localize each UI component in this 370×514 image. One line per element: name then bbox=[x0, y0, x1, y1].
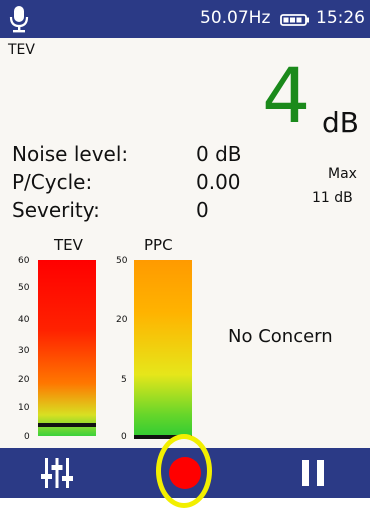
tev-meter-title: TEV bbox=[54, 236, 83, 254]
ppc-meter-bar bbox=[134, 260, 192, 436]
p-cycle-label: P/Cycle: bbox=[12, 170, 93, 194]
app-screen: 50.07Hz 15:26 TEV 4 dB Noise level: 0 dB… bbox=[0, 0, 370, 498]
noise-level-label: Noise level: bbox=[12, 142, 129, 166]
ppc-meter-title: PPC bbox=[144, 236, 173, 254]
noise-level-value: 0 dB bbox=[196, 142, 242, 166]
tev-tick: 60 bbox=[18, 256, 30, 266]
reading-unit: dB bbox=[322, 106, 359, 139]
tev-tick: 20 bbox=[18, 375, 30, 385]
p-cycle-value: 0.00 bbox=[196, 170, 241, 194]
record-highlight-ring bbox=[156, 434, 212, 508]
severity-value: 0 bbox=[196, 198, 209, 222]
max-value: 11 dB bbox=[312, 190, 353, 206]
tev-tick: 10 bbox=[18, 403, 30, 413]
ppc-tick: 20 bbox=[116, 315, 128, 325]
tev-tick: 0 bbox=[24, 432, 30, 442]
max-label: Max bbox=[328, 166, 357, 182]
clock: 15:26 bbox=[316, 8, 365, 28]
tev-tick: 40 bbox=[18, 315, 30, 325]
ppc-tick: 50 bbox=[116, 256, 128, 266]
status-bar: 50.07Hz 15:26 bbox=[0, 0, 370, 38]
ppc-tick: 0 bbox=[121, 432, 127, 442]
mode-label: TEV bbox=[8, 42, 35, 58]
reading-value: 4 bbox=[262, 51, 311, 140]
sliders-icon[interactable] bbox=[40, 456, 74, 490]
pause-icon[interactable] bbox=[298, 458, 328, 488]
tev-tick: 50 bbox=[18, 283, 30, 293]
battery-icon bbox=[280, 14, 309, 26]
tev-level-marker bbox=[38, 423, 96, 427]
severity-label: Severity: bbox=[12, 198, 100, 222]
frequency-readout: 50.07Hz bbox=[200, 8, 271, 28]
ppc-tick: 5 bbox=[121, 375, 127, 385]
tev-tick: 30 bbox=[18, 346, 30, 356]
microphone-icon[interactable] bbox=[8, 4, 30, 34]
tev-meter-bar bbox=[38, 260, 96, 436]
assessment-text: No Concern bbox=[228, 326, 333, 347]
